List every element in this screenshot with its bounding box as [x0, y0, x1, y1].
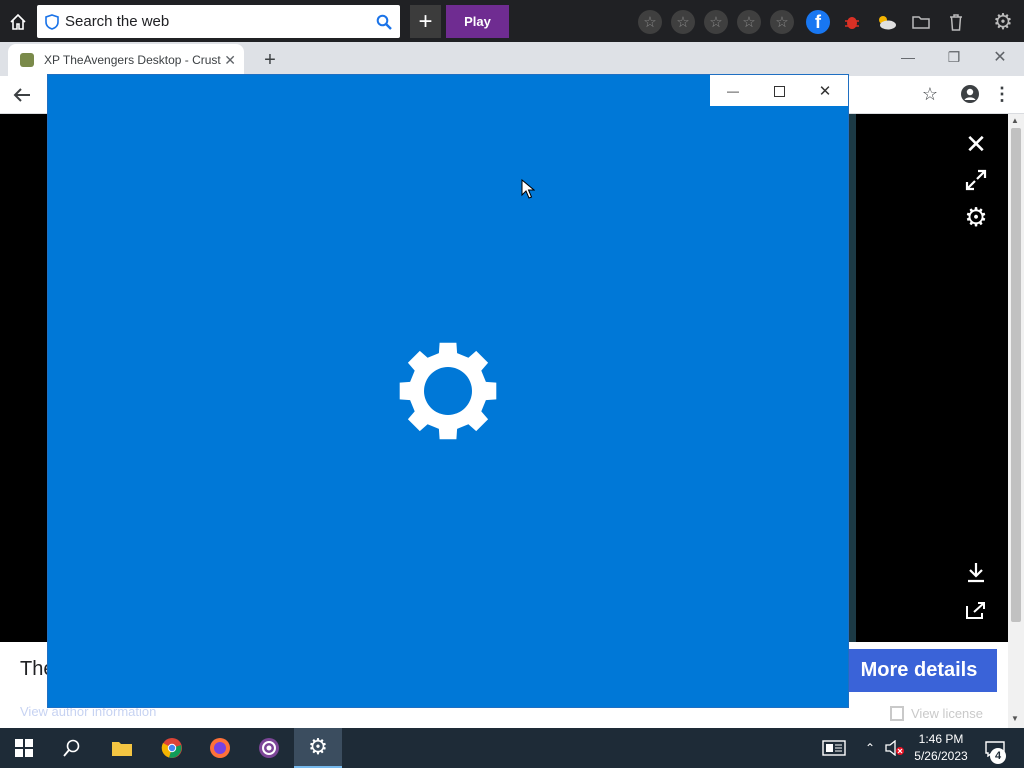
notification-count-badge: 4	[990, 748, 1006, 764]
scroll-up-icon[interactable]: ▲	[1011, 116, 1019, 125]
volume-muted-icon[interactable]	[884, 738, 906, 758]
shield-icon	[45, 13, 59, 30]
expand-icon[interactable]	[962, 166, 990, 194]
download-icon[interactable]	[962, 558, 990, 586]
back-arrow-icon[interactable]	[8, 82, 36, 108]
browser-menu-icon[interactable]: ⋮	[992, 82, 1012, 106]
clock-time: 1:46 PM	[918, 732, 964, 746]
chrome-icon[interactable]	[148, 728, 196, 768]
scroll-down-icon[interactable]: ▼	[1011, 714, 1019, 723]
scrollbar-thumb[interactable]	[1011, 128, 1021, 622]
window-minimize-icon[interactable]: ―	[718, 78, 748, 104]
star-icon[interactable]: ☆	[704, 10, 728, 34]
more-details-button[interactable]: More details	[841, 649, 997, 692]
bug-icon[interactable]	[840, 10, 864, 34]
close-tab-icon[interactable]: ✕	[224, 52, 236, 69]
clock[interactable]: 1:46 PM 5/26/2023	[910, 731, 972, 765]
window-maximize-icon[interactable]	[764, 78, 794, 104]
taskbar-search-icon[interactable]	[48, 728, 96, 768]
file-explorer-icon[interactable]	[98, 728, 146, 768]
settings-app-icon[interactable]: ⚙	[294, 728, 342, 768]
new-tab-button[interactable]: +	[258, 48, 282, 72]
browser-restore-icon[interactable]: ❐	[942, 44, 966, 70]
add-button[interactable]: +	[410, 5, 441, 38]
trash-icon[interactable]	[944, 10, 968, 34]
home-icon[interactable]	[6, 10, 30, 34]
browser-close-icon[interactable]: ✕	[988, 44, 1012, 70]
browser-tab[interactable]: XP TheAvengers Desktop - Crust ✕	[8, 44, 244, 76]
folder-icon[interactable]	[909, 10, 933, 34]
clock-date: 5/26/2023	[914, 749, 968, 763]
browser-minimize-icon[interactable]: ―	[896, 44, 920, 70]
star-icon[interactable]: ☆	[638, 10, 662, 34]
news-icon[interactable]	[820, 738, 848, 758]
search-placeholder: Search the web	[65, 13, 170, 30]
view-license-link[interactable]: View license	[911, 706, 983, 721]
star-icon[interactable]: ☆	[671, 10, 695, 34]
favicon-icon	[20, 53, 34, 67]
play-button[interactable]: Play	[446, 5, 509, 38]
close-viewer-icon[interactable]: ✕	[962, 129, 990, 159]
mouse-cursor-icon	[521, 178, 536, 199]
chevron-up-icon[interactable]: ⌃	[860, 738, 880, 758]
window-close-icon[interactable]: ✕	[810, 78, 840, 104]
start-button[interactable]	[0, 728, 48, 768]
search-icon[interactable]	[376, 14, 392, 30]
license-icon	[890, 706, 904, 721]
web-search-box[interactable]: Search the web	[37, 5, 400, 38]
viewer-settings-icon[interactable]: ⚙	[962, 202, 990, 232]
tab-title: XP TheAvengers Desktop - Crust	[44, 53, 221, 67]
star-icon[interactable]: ☆	[737, 10, 761, 34]
weather-icon[interactable]	[874, 10, 898, 34]
image-strip	[848, 114, 856, 642]
tor-browser-icon[interactable]	[245, 728, 293, 768]
gear-icon	[396, 339, 500, 443]
profile-icon[interactable]	[958, 82, 982, 106]
star-icon[interactable]: ☆	[770, 10, 794, 34]
firefox-icon[interactable]	[196, 728, 244, 768]
facebook-icon[interactable]: f	[806, 10, 830, 34]
bookmark-star-icon[interactable]: ☆	[918, 82, 942, 106]
share-icon[interactable]	[962, 596, 990, 624]
settings-icon[interactable]: ⚙	[991, 9, 1015, 34]
